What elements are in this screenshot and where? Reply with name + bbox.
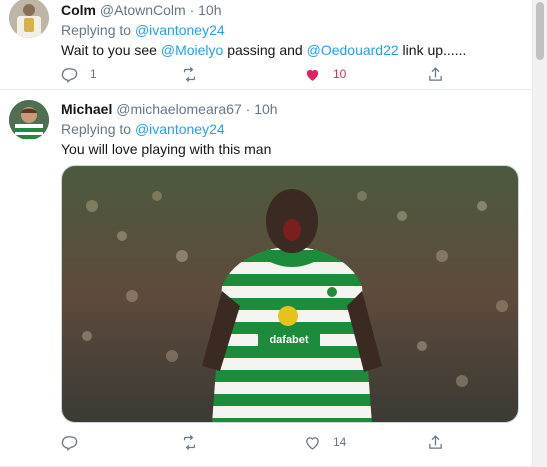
reply-icon bbox=[61, 435, 78, 451]
author-name[interactable]: Michael bbox=[61, 101, 112, 117]
replying-to-line: Replying to @ivantoney24 bbox=[61, 121, 225, 137]
retweet-icon bbox=[183, 434, 196, 450]
replying-to-label: Replying to bbox=[61, 22, 132, 38]
separator-dot: · bbox=[245, 101, 251, 117]
author-handle[interactable]: @michaelomeara67 bbox=[116, 101, 242, 117]
like-count: 10 bbox=[333, 67, 347, 81]
text-part: link up...... bbox=[398, 42, 467, 58]
text-part: Wait to you see bbox=[61, 42, 161, 58]
replying-to-line: Replying to @ivantoney24 bbox=[61, 22, 225, 38]
share-button[interactable] bbox=[427, 64, 444, 84]
share-icon bbox=[429, 66, 442, 81]
replying-to-mention[interactable]: @ivantoney24 bbox=[135, 22, 225, 38]
timestamp[interactable]: 10h bbox=[198, 2, 221, 18]
sponsor-text: dafabet bbox=[269, 334, 308, 346]
share-icon bbox=[429, 434, 442, 449]
text-part: passing and bbox=[223, 42, 307, 58]
share-button[interactable] bbox=[427, 432, 444, 452]
like-button[interactable]: 10 bbox=[304, 64, 346, 84]
reply-button[interactable]: 1 bbox=[61, 64, 97, 84]
replying-to-mention[interactable]: @ivantoney24 bbox=[135, 121, 225, 137]
like-icon bbox=[306, 69, 319, 81]
action-bar: 1 10 bbox=[61, 64, 461, 84]
tweet-michael[interactable]: Michael @michaelomeara67 · 10h Replying … bbox=[0, 90, 532, 467]
reply-count: 1 bbox=[90, 67, 97, 81]
avatar[interactable] bbox=[9, 0, 49, 38]
retweet-button[interactable] bbox=[181, 432, 210, 452]
like-button[interactable]: 14 bbox=[304, 432, 346, 452]
tweet-photo[interactable]: dafabet bbox=[61, 165, 519, 423]
mention-link[interactable]: @Moielyo bbox=[161, 42, 223, 58]
like-count: 14 bbox=[333, 435, 347, 449]
avatar[interactable] bbox=[9, 100, 49, 140]
reply-button[interactable] bbox=[61, 432, 90, 452]
replying-to-label: Replying to bbox=[61, 121, 132, 137]
reply-icon bbox=[61, 67, 78, 83]
scrollbar[interactable] bbox=[532, 0, 547, 467]
celebrating-player-image: dafabet bbox=[62, 166, 518, 422]
action-bar: 14 bbox=[61, 432, 461, 452]
tweet-header: Colm @AtownColm · 10h bbox=[61, 2, 222, 18]
scrollbar-thumb[interactable] bbox=[536, 2, 544, 60]
tweet-text: Wait to you see @Moielyo passing and @Oe… bbox=[61, 42, 466, 58]
author-handle[interactable]: @AtownColm bbox=[100, 2, 186, 18]
tweet-text: You will love playing with this man bbox=[61, 141, 272, 157]
timestamp[interactable]: 10h bbox=[254, 101, 277, 117]
separator-dot: · bbox=[189, 2, 195, 18]
tweet-header: Michael @michaelomeara67 · 10h bbox=[61, 101, 278, 117]
retweet-icon bbox=[183, 66, 196, 82]
author-name[interactable]: Colm bbox=[61, 2, 96, 18]
like-icon bbox=[306, 436, 319, 450]
retweet-button[interactable] bbox=[181, 64, 210, 84]
tweet-colm[interactable]: Colm @AtownColm · 10h Replying to @ivant… bbox=[0, 0, 532, 90]
mention-link[interactable]: @Oedouard22 bbox=[307, 42, 399, 58]
